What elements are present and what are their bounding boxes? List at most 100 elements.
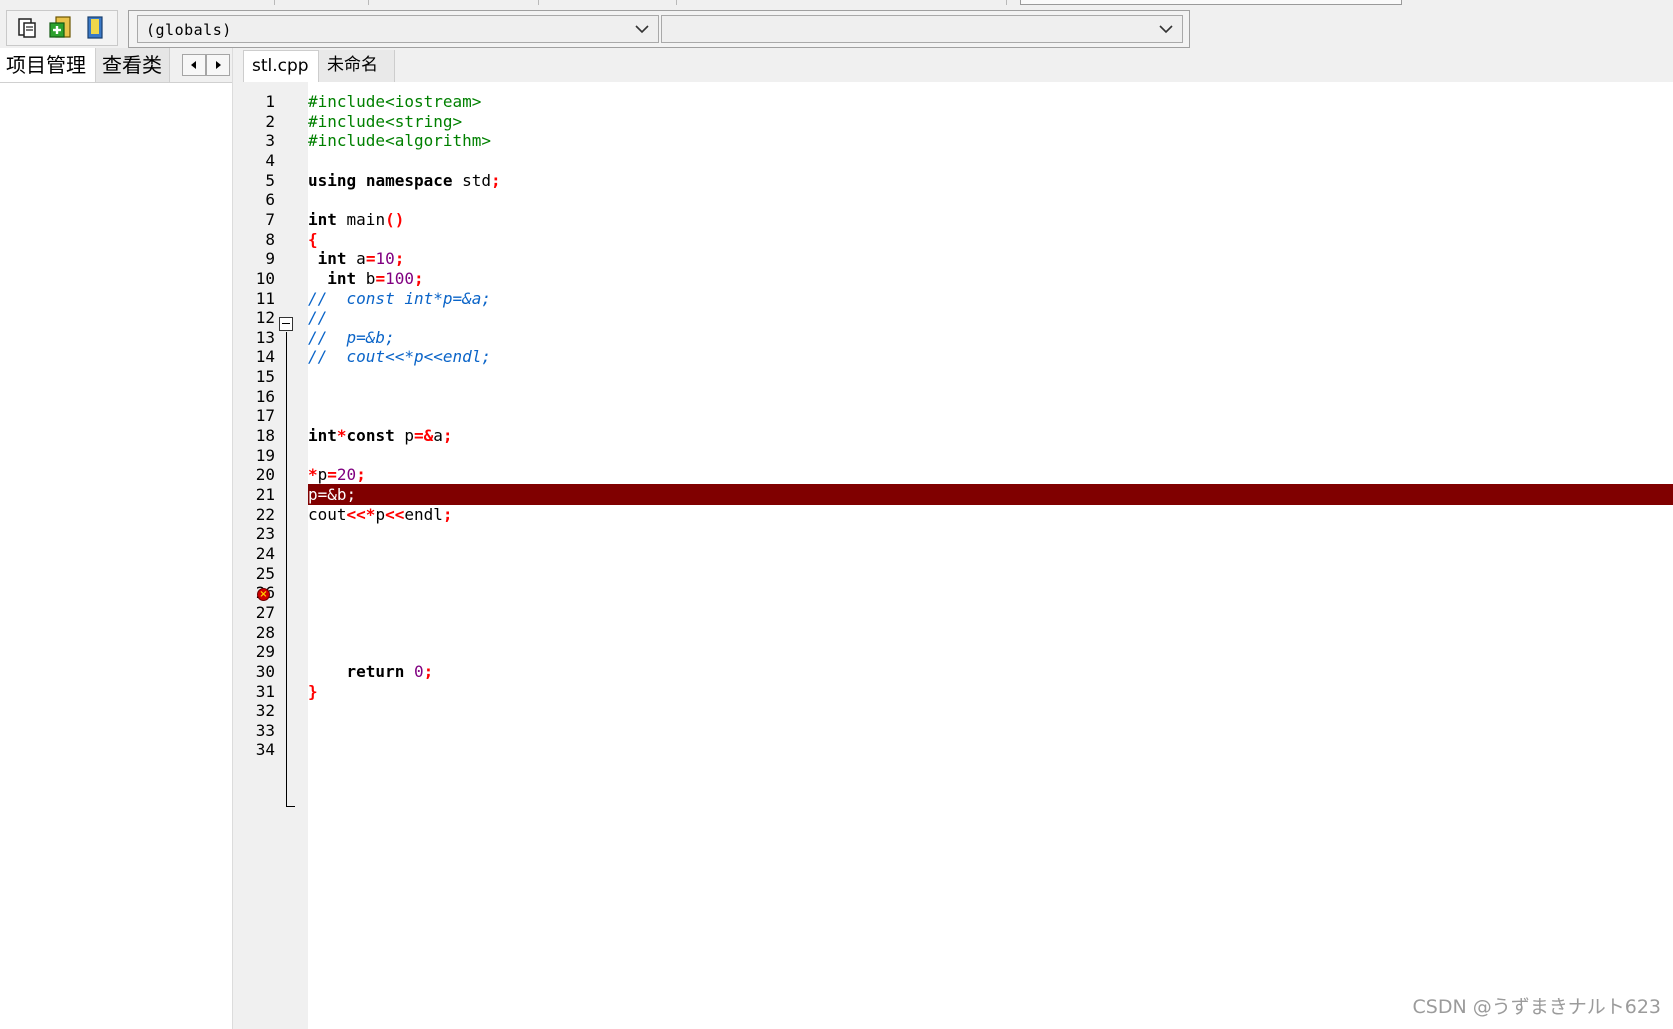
- code-line[interactable]: }: [308, 681, 1673, 702]
- line-number: 4: [265, 150, 275, 170]
- code-token: ;: [491, 170, 501, 190]
- line-number: 1: [265, 92, 275, 111]
- code-token: =: [327, 465, 337, 485]
- code-line[interactable]: [308, 720, 1673, 741]
- member-combo[interactable]: [661, 15, 1183, 43]
- code-line[interactable]: int a=10;: [308, 248, 1673, 269]
- line-number: 6: [265, 190, 275, 210]
- code-line[interactable]: [308, 150, 1673, 171]
- line-number: 30: [255, 661, 275, 681]
- code-line[interactable]: {: [308, 229, 1673, 250]
- left-panel: 项目管理 查看类: [0, 48, 233, 1029]
- code-token: (): [385, 209, 405, 229]
- window-icon: [18, 18, 36, 38]
- window-icon-button[interactable]: [13, 14, 41, 42]
- line-number: 23: [255, 524, 275, 544]
- line-number: 12: [255, 308, 275, 328]
- bookmark-icon: [87, 16, 103, 39]
- code-token: =: [365, 249, 376, 269]
- code-line[interactable]: [308, 386, 1673, 407]
- code-token: int: [308, 426, 337, 446]
- code-token: 10: [375, 249, 395, 269]
- line-number: 33: [255, 720, 275, 740]
- tab-project-manager[interactable]: 项目管理: [0, 48, 96, 82]
- code-line[interactable]: [308, 582, 1673, 603]
- code-token: endl: [404, 504, 443, 524]
- code-line[interactable]: [308, 189, 1673, 210]
- scope-combo[interactable]: (globals): [137, 15, 659, 43]
- add-green-icon: [49, 16, 71, 38]
- bookmark-button[interactable]: [81, 14, 109, 42]
- line-number: 20: [255, 465, 275, 485]
- code-line[interactable]: #include<string>: [308, 111, 1673, 132]
- add-file-button[interactable]: [47, 14, 75, 42]
- code-line[interactable]: cout<<*p<<endl;: [308, 504, 1673, 525]
- code-line[interactable]: int main(): [308, 209, 1673, 230]
- code-line[interactable]: #include<algorithm>: [308, 130, 1673, 151]
- top-segment: [368, 0, 539, 5]
- code-token: using: [308, 170, 357, 190]
- tab-class-view[interactable]: 查看类: [96, 48, 170, 82]
- code-line[interactable]: // const int*p=&a;: [308, 288, 1673, 309]
- fold-collapse-icon[interactable]: [279, 317, 293, 331]
- code-line[interactable]: using namespace std;: [308, 170, 1673, 191]
- code-line[interactable]: *p=20;: [308, 464, 1673, 485]
- code-token: #include<string>: [308, 111, 463, 131]
- code-token: cout: [308, 504, 347, 524]
- line-number: 22: [255, 504, 275, 524]
- tab-stl-cpp[interactable]: stl.cpp: [243, 50, 319, 82]
- triangle-right-icon: [216, 61, 221, 69]
- line-number: 21: [255, 485, 275, 504]
- code-line[interactable]: [308, 405, 1673, 426]
- line-number: 31: [255, 681, 275, 701]
- code-line[interactable]: int b=100;: [308, 268, 1673, 289]
- tab-scroll-right-button[interactable]: [206, 54, 230, 76]
- code-line[interactable]: // cout<<*p<<endl;: [308, 346, 1673, 367]
- error-breakpoint-icon[interactable]: ×: [257, 588, 270, 601]
- tab-unnamed-2[interactable]: 未命名2: [319, 50, 395, 105]
- line-number: 29: [255, 642, 275, 662]
- tab-scroll-left-button[interactable]: [182, 54, 206, 76]
- code-token: ;: [394, 249, 405, 269]
- code-token: int: [308, 209, 337, 229]
- line-number: 7: [265, 209, 275, 229]
- code-line[interactable]: #include<iostream>: [308, 91, 1673, 112]
- code-line[interactable]: [308, 366, 1673, 387]
- code-line[interactable]: //: [308, 307, 1673, 328]
- watermark: CSDN @うずまきナルト623: [1412, 996, 1661, 1018]
- code-line[interactable]: [308, 700, 1673, 721]
- code-line[interactable]: int*const p=&a;: [308, 425, 1673, 446]
- code-line[interactable]: return 0;: [308, 661, 1673, 682]
- code-token: <<*: [346, 504, 376, 524]
- code-line[interactable]: [308, 445, 1673, 466]
- code-line[interactable]: [308, 523, 1673, 544]
- code-token: *: [308, 465, 318, 485]
- code-token: a: [433, 426, 443, 446]
- code-line[interactable]: [308, 563, 1673, 584]
- line-number: 27: [255, 602, 275, 622]
- line-number: 34: [255, 740, 275, 760]
- code-token: }: [308, 681, 318, 701]
- code-line[interactable]: [308, 739, 1673, 760]
- triangle-left-icon: [191, 61, 196, 69]
- code-line[interactable]: [308, 602, 1673, 623]
- highlighted-code-line[interactable]: p=&b;: [308, 484, 1673, 505]
- code-editor[interactable]: #include<iostream> #include<string> #inclu…: [308, 82, 1673, 1029]
- code-line[interactable]: [308, 622, 1673, 643]
- code-token: int: [327, 268, 357, 288]
- code-token: 100: [385, 268, 414, 288]
- line-number: 16: [255, 386, 275, 406]
- code-token: //: [308, 308, 328, 328]
- code-token: ;: [413, 268, 424, 288]
- code-token: std: [452, 170, 492, 190]
- code-line[interactable]: [308, 641, 1673, 662]
- code-token: ;: [423, 661, 434, 681]
- code-line[interactable]: [308, 543, 1673, 564]
- line-number: 5: [265, 170, 275, 190]
- line-number: 2: [265, 111, 275, 131]
- line-number-gutter[interactable]: 1 2 3 4 5 6 7 8 9 10 11 12 13 14 15 16 17 18 19 20 21 22 23 24 2…: [243, 82, 308, 1029]
- code-line[interactable]: // p=&b;: [308, 327, 1673, 348]
- chevron-down-icon: [635, 25, 649, 34]
